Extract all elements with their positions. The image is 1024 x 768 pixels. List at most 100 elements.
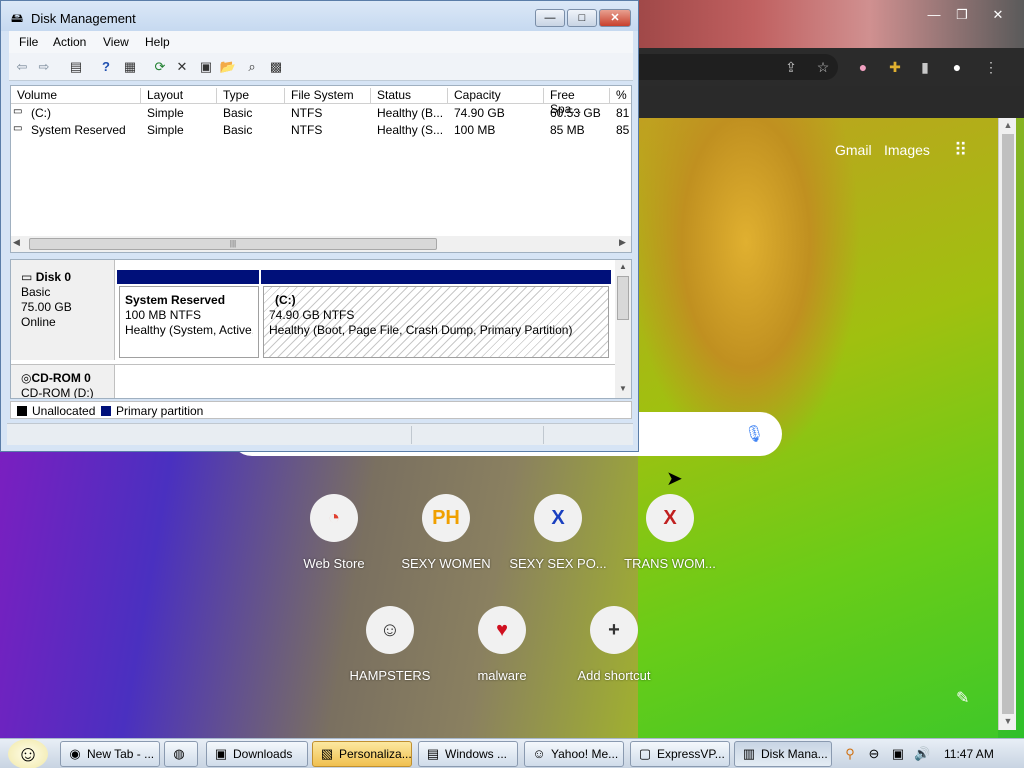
chrome-toolbar: ⇪ ☆ ● ✚ ▮ ● ⋮	[638, 48, 1024, 86]
network-globe-icon[interactable]: ⊖	[866, 746, 882, 762]
shortcut-tile[interactable]: ♥ malware	[446, 606, 558, 683]
clock[interactable]: 11:47 AM	[944, 747, 994, 761]
partition-title: System Reserved	[125, 293, 226, 307]
profile-flag-icon[interactable]: ●	[854, 58, 872, 76]
menu-view[interactable]: View	[103, 35, 129, 49]
vertical-scrollbar[interactable]: ▲ ▼	[615, 260, 631, 398]
disk-state: Online	[21, 315, 56, 329]
shortcut-tile[interactable]: X SEXY SEX PO...	[502, 494, 614, 571]
minimize-button[interactable]: —	[535, 9, 565, 27]
volume-icon[interactable]: 🔊	[914, 746, 930, 762]
taskbar-button[interactable]: ▥ Disk Mana...	[734, 741, 832, 767]
scroll-right-arrow-icon[interactable]: ▶	[619, 237, 626, 248]
heart-icon: ♥	[478, 606, 526, 654]
scroll-up-arrow-icon[interactable]: ▲	[619, 262, 627, 271]
column-header-type[interactable]: Type	[217, 88, 285, 104]
table-row[interactable]: ▭ (C:) Simple Basic NTFS Healthy (B... 74.90 G…	[11, 105, 631, 122]
table-row[interactable]: ▭ System Reserved Simple Basic NTFS Healthy (…	[11, 122, 631, 139]
settings-icon[interactable]: ▩	[267, 58, 285, 76]
taskbar: ☺ ◉ New Tab - ... ◍ ▣ Downloads ▧ Personaliza.…	[0, 738, 1024, 768]
taskbar-button[interactable]: ◍	[164, 741, 198, 767]
menu-bar: File Action View Help	[9, 31, 633, 53]
maximize-button[interactable]: ❐	[948, 6, 976, 24]
share-icon[interactable]: ⇪	[782, 58, 800, 76]
account-icon[interactable]: ●	[948, 58, 966, 76]
column-header-free-space[interactable]: Free Spa...	[544, 88, 610, 116]
column-header-capacity[interactable]: Capacity	[448, 88, 544, 104]
shortcut-tile[interactable]: + Add shortcut	[558, 606, 670, 683]
close-button[interactable]: ✕	[984, 6, 1012, 24]
images-link[interactable]: Images	[884, 142, 930, 158]
disk-0-label[interactable]: ▭ Disk 0 Basic 75.00 GB Online	[11, 260, 115, 360]
downloads-icon: ▣	[214, 746, 228, 761]
scroll-up-arrow-icon[interactable]: ▲	[999, 118, 1017, 132]
column-header-volume[interactable]: Volume	[11, 88, 141, 104]
column-header-percent-free[interactable]: % F	[610, 88, 631, 104]
disk-type: Basic	[21, 285, 51, 299]
taskbar-button[interactable]: ▣ Downloads	[206, 741, 308, 767]
column-header-layout[interactable]: Layout	[141, 88, 217, 104]
start-button[interactable]: ☺	[8, 739, 48, 768]
shortcut-tile[interactable]: ☺ HAMPSTERS	[334, 606, 446, 683]
scroll-down-arrow-icon[interactable]: ▼	[619, 384, 627, 393]
network-icon[interactable]: ▣	[890, 746, 906, 762]
scroll-thumb[interactable]	[617, 276, 629, 320]
properties-pane-icon[interactable]: ▦	[121, 58, 139, 76]
properties-icon[interactable]: ▣	[197, 58, 215, 76]
taskbar-button[interactable]: ◉ New Tab - ...	[60, 741, 160, 767]
shortcut-tile[interactable]: X TRANS WOM...	[614, 494, 726, 571]
taskbar-label: New Tab - ...	[87, 747, 155, 761]
maximize-button[interactable]: □	[567, 9, 597, 27]
page-scrollbar[interactable]: ▲ ▼	[998, 118, 1016, 730]
partition-system-reserved[interactable]: System Reserved 100 MB NTFS Healthy (Sys…	[119, 286, 259, 358]
close-button[interactable]: ✕	[599, 9, 631, 27]
volume-list-header: Volume Layout Type File System Status Ca…	[11, 86, 631, 116]
help-icon[interactable]: ?	[97, 58, 115, 76]
apps-grid-icon[interactable]: ⠿	[954, 141, 970, 159]
window-title: Disk Management	[31, 11, 136, 26]
customize-pencil-icon[interactable]: ✎	[956, 688, 969, 708]
extensions-icon[interactable]: ✚	[886, 58, 904, 76]
gmail-link[interactable]: Gmail	[835, 142, 872, 158]
minimize-button[interactable]: —	[920, 6, 948, 24]
menu-action[interactable]: Action	[53, 35, 86, 49]
scroll-thumb[interactable]: |||	[29, 238, 437, 250]
delete-icon[interactable]: ✕	[173, 58, 191, 76]
microphone-icon[interactable]: 🎙	[744, 424, 764, 446]
cdrom-label[interactable]: ◎CD-ROM 0 CD-ROM (D:)	[11, 365, 115, 398]
taskbar-button[interactable]: ▤ Windows ...	[418, 741, 518, 767]
x-red-icon: X	[646, 494, 694, 542]
table-cell: Healthy (S...	[377, 123, 444, 137]
search-icon[interactable]: ⌕	[243, 58, 261, 76]
refresh-icon[interactable]: ⟳	[151, 58, 169, 76]
address-bar[interactable]	[638, 54, 838, 80]
menu-file[interactable]: File	[19, 35, 38, 49]
partition-status: Healthy (Boot, Page File, Crash Dump, Pr…	[269, 323, 573, 337]
scroll-thumb[interactable]	[1002, 134, 1014, 714]
horizontal-scrollbar[interactable]: ◀ ||| ▶	[11, 236, 631, 252]
console-tree-icon[interactable]: ▤	[67, 58, 85, 76]
partition-c[interactable]: (C:) 74.90 GB NTFS Healthy (Boot, Page F…	[263, 286, 609, 358]
scroll-down-arrow-icon[interactable]: ▼	[999, 714, 1017, 728]
search-tray-icon[interactable]: ⚲	[842, 746, 858, 762]
table-cell: 85	[616, 123, 630, 137]
forward-arrow-icon[interactable]: ⇨	[35, 58, 53, 76]
chrome-icon: ◉	[69, 746, 81, 761]
back-arrow-icon[interactable]: ⇦	[13, 58, 31, 76]
table-cell: 85 MB	[550, 123, 585, 137]
menu-help[interactable]: Help	[145, 35, 170, 49]
taskbar-button[interactable]: ▧ Personaliza...	[312, 741, 412, 767]
shortcut-tile[interactable]: ◔ Web Store	[278, 494, 390, 571]
taskbar-label: Personaliza...	[339, 747, 412, 761]
column-header-file-system[interactable]: File System	[285, 88, 371, 104]
chrome-menu-icon[interactable]: ⋮	[982, 58, 1000, 76]
taskbar-button[interactable]: ☺ Yahoo! Me...	[524, 741, 624, 767]
column-header-status[interactable]: Status	[371, 88, 448, 104]
hamster-icon: ☺	[366, 606, 414, 654]
bookmark-star-icon[interactable]: ☆	[814, 58, 832, 76]
open-folder-icon[interactable]: 📂	[219, 58, 237, 76]
shortcut-tile[interactable]: PH SEXY WOMEN	[390, 494, 502, 571]
scroll-left-arrow-icon[interactable]: ◀	[13, 237, 20, 248]
sidebar-icon[interactable]: ▮	[916, 58, 934, 76]
taskbar-button[interactable]: ▢ ExpressVP...	[630, 741, 730, 767]
